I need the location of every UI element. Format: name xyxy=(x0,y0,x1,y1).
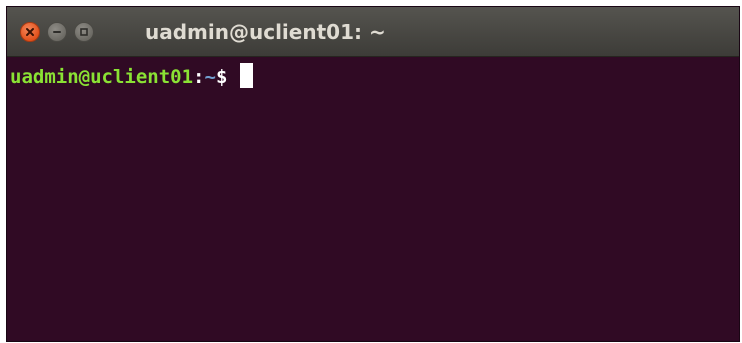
prompt-path: ~ xyxy=(204,66,216,88)
maximize-button[interactable] xyxy=(74,22,94,42)
prompt-user-host: uadmin@uclient01 xyxy=(10,66,194,88)
minimize-button[interactable] xyxy=(47,22,67,42)
terminal-window: uadmin@uclient01: ~ uadmin@uclient01:~$ xyxy=(6,6,740,342)
minimize-icon xyxy=(53,31,61,33)
prompt-separator: : xyxy=(193,66,205,88)
window-title: uadmin@uclient01: ~ xyxy=(145,20,386,44)
maximize-icon xyxy=(80,28,88,36)
title-bar[interactable]: uadmin@uclient01: ~ xyxy=(7,7,739,57)
prompt-symbol: $ xyxy=(215,66,228,88)
text-cursor xyxy=(240,63,254,88)
close-icon xyxy=(26,28,34,36)
terminal-output[interactable]: uadmin@uclient01:~$ xyxy=(7,63,254,89)
close-button[interactable] xyxy=(20,22,40,42)
